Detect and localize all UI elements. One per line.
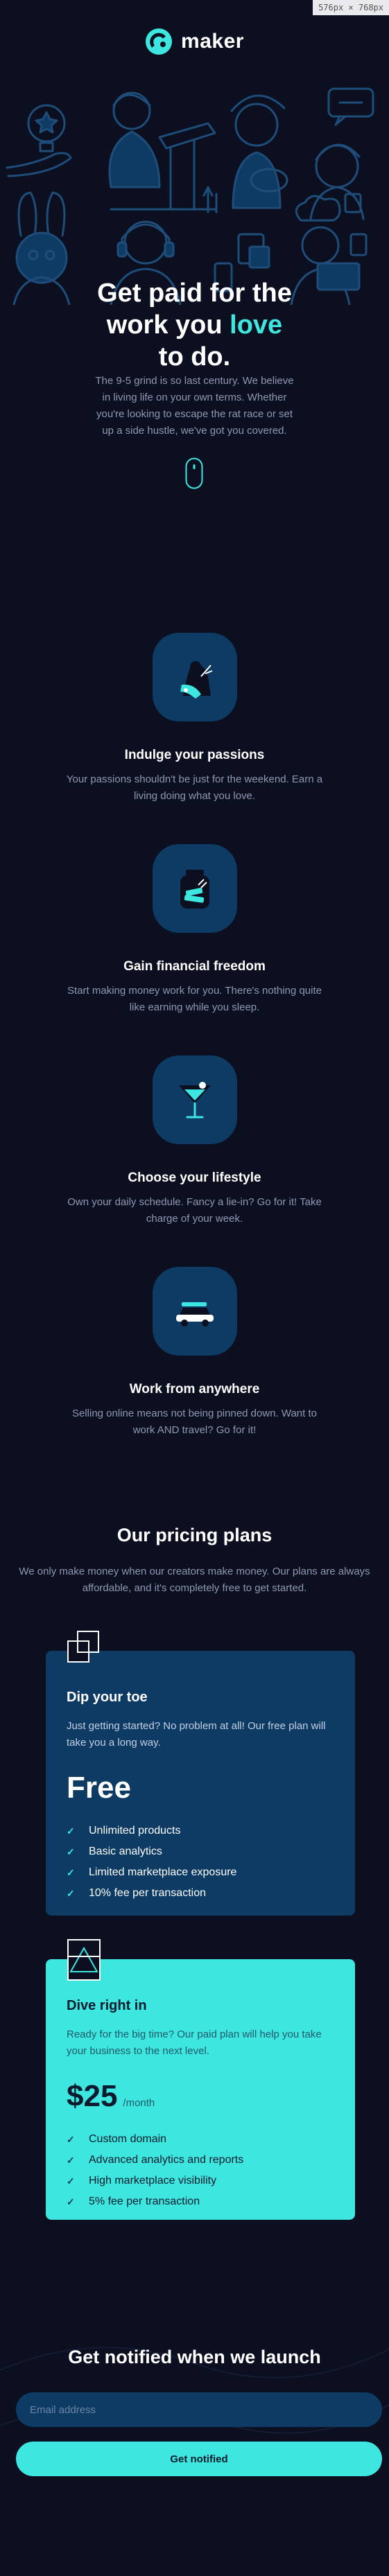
cocktail-icon: [178, 1082, 211, 1119]
plan-feature-item: ✓ High marketplace visibility: [67, 2175, 217, 2187]
plan-feature-item: ✓ 10% fee per transaction: [67, 1887, 206, 1899]
pricing-description: We only make money when our creators mak…: [19, 1566, 370, 1594]
feature-description: Selling online means not being pinned do…: [71, 1408, 317, 1436]
brand-logo[interactable]: maker: [0, 28, 389, 55]
check-icon: ✓: [67, 1825, 75, 1837]
check-icon: ✓: [67, 2175, 75, 2187]
feature-description: Your passions shouldn't be just for the …: [66, 773, 323, 802]
pricing-title: Our pricing plans: [116, 1525, 273, 1545]
plan-description: Ready for the big time? Our paid plan wi…: [67, 2029, 322, 2057]
car-icon: [175, 1302, 214, 1326]
get-notified-button[interactable]: Get notified: [16, 2442, 382, 2476]
check-icon: ✓: [67, 2196, 75, 2207]
plan-feature-list: ✓ Unlimited products ✓ Basic analytics ✓ Li…: [67, 1821, 334, 1904]
feature-description: Own your daily schedule. Fancy a lie-in?…: [67, 1196, 322, 1225]
plan-feature-item: ✓ Advanced analytics and reports: [67, 2154, 244, 2166]
plan-price: Free: [67, 1771, 334, 1805]
feature-icon-box: [152, 844, 237, 933]
painter-icon: [202, 94, 288, 213]
notify-background-waves: [0, 2347, 389, 2434]
feature-icon-box: [152, 1055, 237, 1144]
plan-feature-item: ✓ Basic analytics: [67, 1846, 162, 1857]
plan-feature-item: ✓ Custom domain: [67, 2133, 167, 2145]
plan-price: $25 /month: [67, 2079, 334, 2114]
plan-feature-item: ✓ Unlimited products: [67, 1825, 181, 1837]
plan-feature-item: ✓ Limited marketplace exposure: [67, 1866, 237, 1878]
feature-title: Indulge your passions: [124, 748, 265, 762]
feature-item: Work from anywhere Selling online means …: [0, 1267, 389, 1439]
money-jar-icon: [180, 870, 209, 909]
hero-title-line1: Get paid for the: [97, 279, 292, 308]
passion-icon: [180, 661, 212, 699]
brand-name: maker: [181, 30, 244, 53]
viewport-size-badge: 576px × 768px: [313, 0, 389, 15]
scroll-down-mouse-icon[interactable]: [185, 457, 203, 489]
check-icon: ✓: [67, 1866, 75, 1878]
plan-name: Dip your toe: [67, 1690, 148, 1705]
feature-icon-box: [152, 1267, 237, 1356]
plan-price-value: Free: [67, 1771, 131, 1805]
plan-name: Dive right in: [67, 1998, 147, 2013]
idea-hand-icon: [6, 104, 72, 177]
plan-price-value: $25: [67, 2079, 118, 2113]
feature-item: Gain financial freedom Start making mone…: [0, 844, 389, 1016]
hero-title-line3: to do.: [158, 342, 231, 371]
hero-description: The 9-5 grind is so last century. We bel…: [95, 375, 294, 437]
check-icon: ✓: [67, 1846, 75, 1857]
talking-man-icon: [309, 87, 374, 220]
check-icon: ✓: [67, 2154, 75, 2166]
plan-description: Just getting started? No problem at all!…: [67, 1720, 326, 1749]
maker-logo-icon: [146, 28, 173, 55]
email-input[interactable]: [16, 2392, 382, 2427]
feature-icon-box: [152, 633, 237, 721]
overlapping-squares-icon: [67, 1631, 99, 1663]
triangle-in-square-icon: [67, 1939, 101, 1981]
plan-feature-list: ✓ Custom domain ✓ Advanced analytics and r…: [67, 2129, 334, 2212]
check-icon: ✓: [67, 2133, 75, 2145]
feature-description: Start making money work for you. There's…: [67, 985, 322, 1013]
pricing-card-paid: Dive right in Ready for the big time? Ou…: [46, 1939, 355, 2220]
hero-title-accent: love: [230, 310, 283, 340]
feature-item: Indulge your passions Your passions shou…: [0, 633, 389, 805]
check-icon: ✓: [67, 1887, 75, 1899]
hero-illustration: [6, 87, 374, 305]
feature-title: Gain financial freedom: [123, 959, 266, 974]
feature-title: Choose your lifestyle: [128, 1171, 261, 1185]
hero-title: Get paid for the work you love to do.: [0, 277, 389, 373]
hero-title-line2-prefix: work you: [106, 310, 230, 340]
plan-feature-item: ✓ 5% fee per transaction: [67, 2196, 200, 2207]
notify-title: Get notified when we launch: [68, 2347, 321, 2367]
pricing-card-free: Dip your toe Just getting started? No pr…: [46, 1631, 355, 1916]
plan-price-unit: /month: [123, 2097, 155, 2109]
artist-at-desk-icon: [108, 91, 216, 211]
feature-item: Choose your lifestyle Own your daily sch…: [0, 1055, 389, 1227]
feature-title: Work from anywhere: [129, 1382, 260, 1396]
